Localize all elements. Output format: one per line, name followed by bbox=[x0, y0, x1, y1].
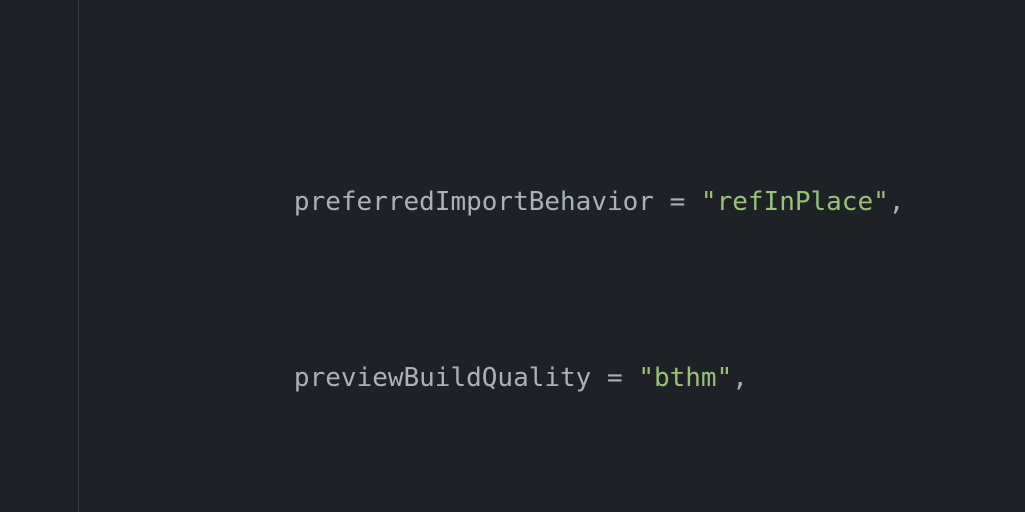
code-line[interactable]: previewBuildQuality = "bthm", bbox=[0, 312, 1025, 356]
property-name: previewBuildQuality bbox=[294, 363, 591, 393]
code-area[interactable]: preferredImportBehavior = "refInPlace", … bbox=[0, 4, 1025, 512]
code-line[interactable]: previewJPEGQuality = 0.75, bbox=[0, 488, 1025, 512]
code-editor[interactable]: preferredImportBehavior = "refInPlace", … bbox=[0, 0, 1025, 512]
property-name: preferredImportBehavior bbox=[294, 187, 654, 217]
value: "refInPlace" bbox=[701, 187, 889, 217]
code-line[interactable]: preferredImportBehavior = "refInPlace", bbox=[0, 136, 1025, 180]
value: "bthm" bbox=[638, 363, 732, 393]
